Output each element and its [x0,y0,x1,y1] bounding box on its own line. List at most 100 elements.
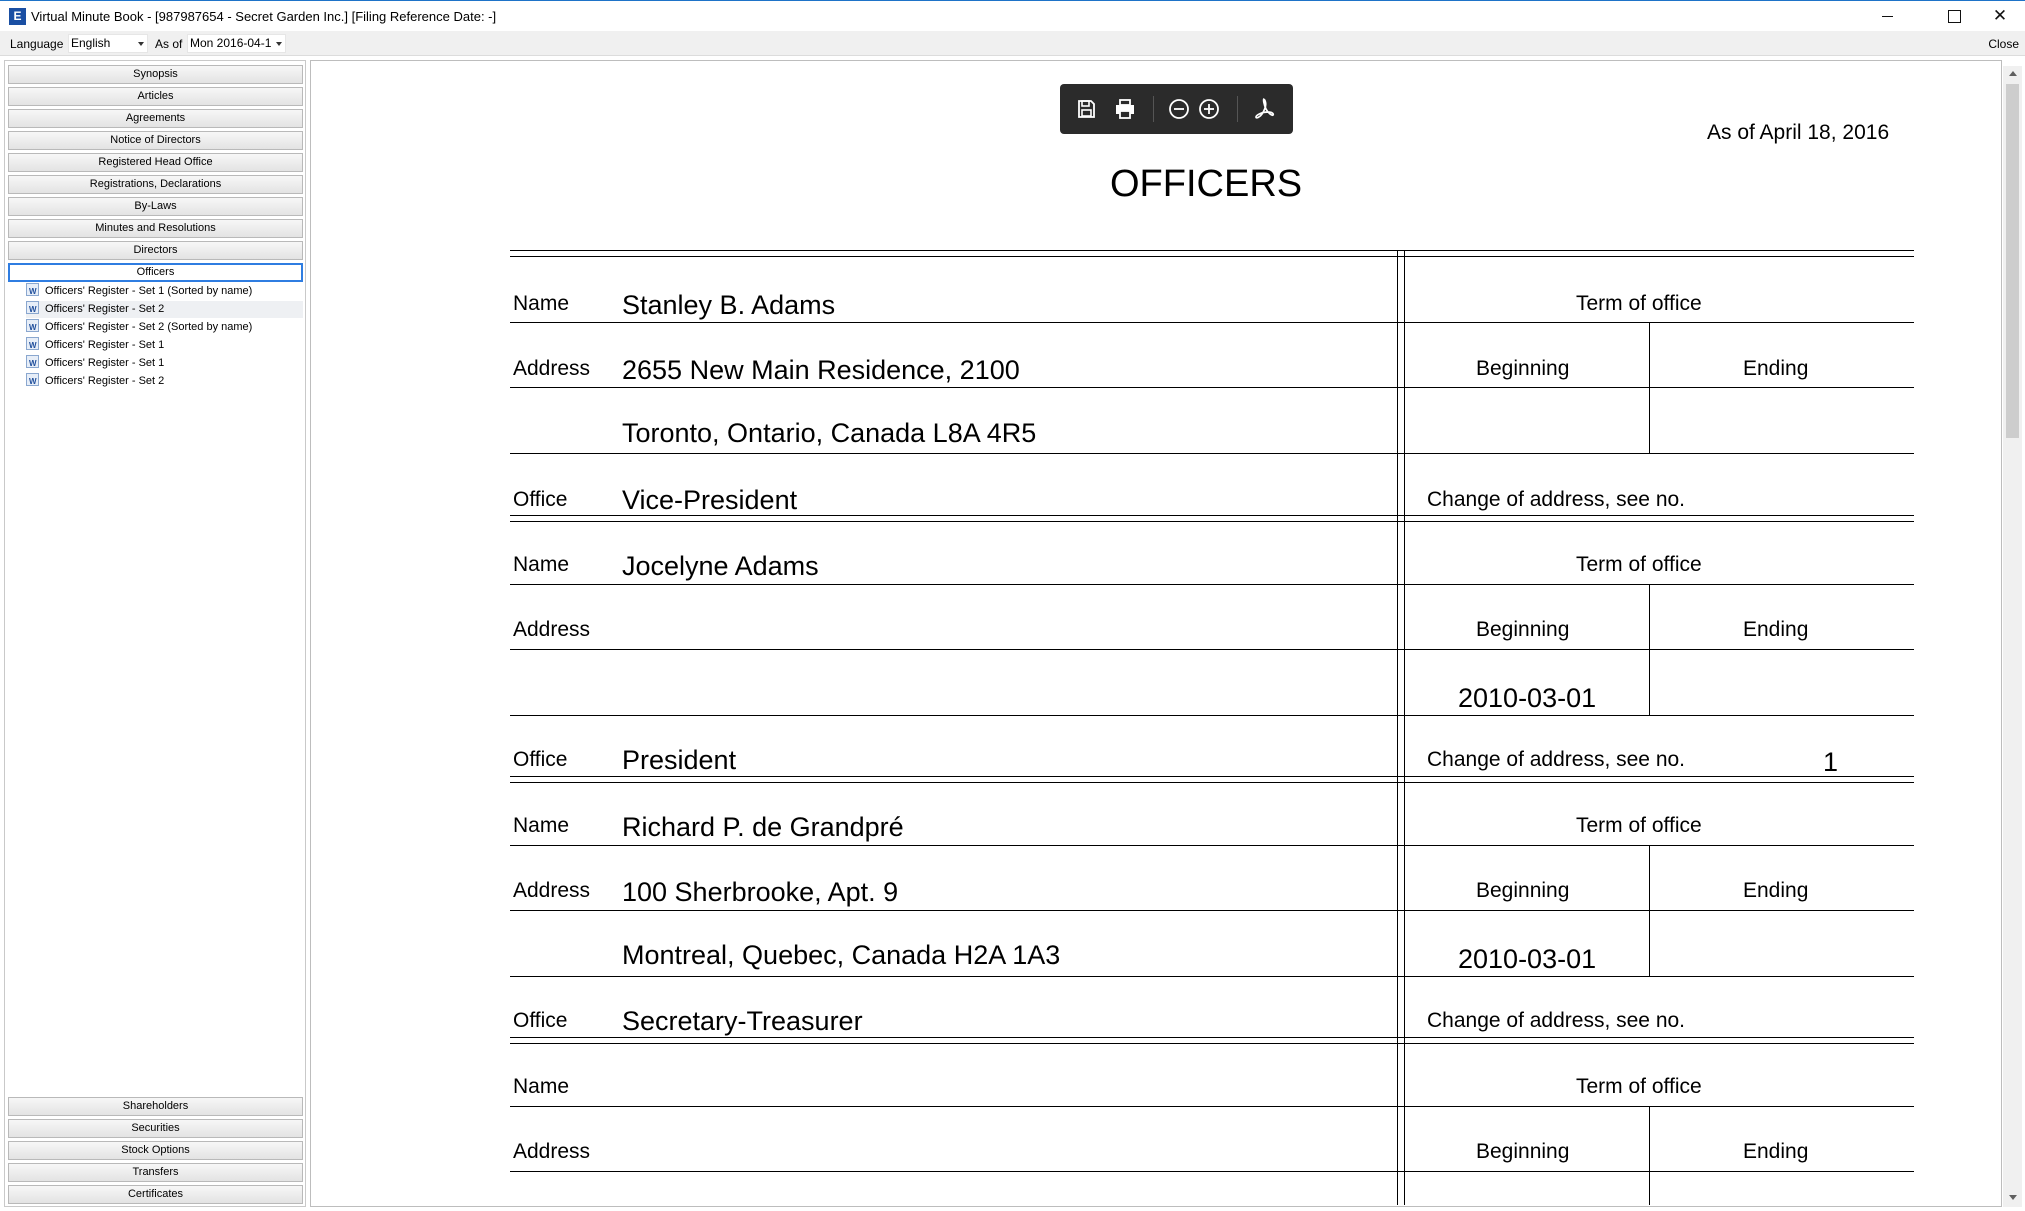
officer-address-line1: 100 Sherbrooke, Apt. 9 [622,877,899,907]
word-document-icon [26,355,39,368]
sidebar-section-articles[interactable]: Articles [8,87,303,106]
row-line [510,976,1914,977]
row-line [510,584,1914,585]
officer-name: Jocelyne Adams [622,551,819,581]
sidebar-section-registered-head-office[interactable]: Registered Head Office [8,153,303,172]
pdf-icon[interactable] [1250,94,1280,124]
change-of-address-label: Change of address, see no. [1427,488,1686,511]
change-of-address-label: Change of address, see no. [1427,1009,1686,1032]
sidebar-section-by-laws[interactable]: By-Laws [8,197,303,216]
as-of-date-text: As of April 18, 2016 [1707,121,1890,144]
officer-office: Vice-President [622,485,798,515]
sidebar-section-shareholders[interactable]: Shareholders [8,1097,303,1116]
sidebar-section-notice-of-directors[interactable]: Notice of Directors [8,131,303,150]
column-divider [1649,584,1650,716]
page-title: OFFICERS [1110,163,1303,205]
office-label: Office [513,748,568,771]
scroll-down-arrow-icon[interactable] [2009,1195,2017,1200]
beginning-header: Beginning [1476,618,1570,641]
zoom-out-icon[interactable] [1164,94,1194,124]
term-of-office-header: Term of office [1576,292,1702,315]
app-icon: E [9,8,26,25]
sidebar: Synopsis Articles Agreements Notice of D… [4,60,306,1207]
row-line [510,387,1914,388]
sidebar-section-securities[interactable]: Securities [8,1119,303,1138]
sidebar-section-certificates[interactable]: Certificates [8,1185,303,1204]
close-link[interactable]: Close [1988,37,2019,51]
list-item[interactable]: Officers' Register - Set 1 [26,337,303,354]
sidebar-section-directors[interactable]: Directors [8,241,303,260]
ending-header: Ending [1743,879,1809,902]
table-border-top [510,250,1914,251]
office-label: Office [513,488,568,511]
window-close-button[interactable]: ✕ [1977,1,2023,31]
column-divider [1649,1106,1650,1205]
maximize-button[interactable] [1931,1,1977,31]
office-label: Office [513,1009,568,1032]
vertical-scrollbar[interactable] [2003,66,2022,1207]
row-line [510,845,1914,846]
list-item[interactable]: Officers' Register - Set 1 (Sorted by na… [26,283,303,300]
row-line [510,521,1914,522]
minimize-button[interactable] [1864,1,1910,31]
word-document-icon [26,301,39,314]
as-of-date-select[interactable]: Mon 2016-04-1 [187,34,286,53]
language-select[interactable]: English [68,34,148,53]
term-beginning-value: 2010-03-01 [1458,683,1597,713]
officer-address-line1: 2655 New Main Residence, 2100 [622,355,1020,385]
toolbar: Language English As of Mon 2016-04-1 Clo… [0,31,2025,56]
save-icon[interactable] [1071,94,1101,124]
sidebar-section-registrations[interactable]: Registrations, Declarations [8,175,303,194]
address-label: Address [513,357,591,380]
sidebar-section-transfers[interactable]: Transfers [8,1163,303,1182]
term-beginning-value: 2010-03-01 [1458,944,1597,974]
list-item[interactable]: Officers' Register - Set 2 (Sorted by na… [26,319,303,336]
term-of-office-header: Term of office [1576,814,1702,837]
name-label: Name [513,553,570,576]
sidebar-section-synopsis[interactable]: Synopsis [8,65,303,84]
sidebar-section-stock-options[interactable]: Stock Options [8,1141,303,1160]
row-line [510,649,1914,650]
officer-office: Secretary-Treasurer [622,1006,863,1036]
beginning-header: Beginning [1476,1140,1570,1163]
officer-name: Stanley B. Adams [622,290,836,320]
column-divider [1649,322,1650,454]
ending-header: Ending [1743,618,1809,641]
as-of-date-value: Mon 2016-04-1 [190,36,272,50]
language-label: Language [10,37,64,51]
row-line [510,910,1914,911]
toolbar-separator [1153,96,1154,122]
officer-name: Richard P. de Grandpré [622,812,904,842]
zoom-in-icon[interactable] [1194,94,1224,124]
list-item[interactable]: Officers' Register - Set 1 [26,355,303,372]
row-line [510,322,1914,323]
word-document-icon [26,373,39,386]
change-of-address-label: Change of address, see no. [1427,748,1686,771]
name-label: Name [513,292,570,315]
list-item[interactable]: Officers' Register - Set 2 [26,373,303,390]
as-of-label: As of [155,37,183,51]
print-icon[interactable] [1110,94,1140,124]
toolbar-separator [1237,96,1238,122]
address-label: Address [513,879,591,902]
term-of-office-header: Term of office [1576,1075,1702,1098]
ending-header: Ending [1743,1140,1809,1163]
sidebar-section-officers[interactable]: Officers [8,263,303,282]
list-item[interactable]: Officers' Register - Set 2 [26,301,303,318]
table-border-top [510,256,1914,257]
sidebar-section-agreements[interactable]: Agreements [8,109,303,128]
row-line [510,1043,1914,1044]
term-of-office-header: Term of office [1576,553,1702,576]
sidebar-section-minutes[interactable]: Minutes and Resolutions [8,219,303,238]
row-line [510,715,1914,716]
name-label: Name [513,814,570,837]
name-label: Name [513,1075,570,1098]
scrollbar-thumb[interactable] [2006,84,2019,438]
chevron-down-icon [276,42,282,46]
chevron-down-icon [138,42,144,46]
scroll-up-arrow-icon[interactable] [2009,71,2017,76]
window-title: Virtual Minute Book - [987987654 - Secre… [31,9,497,24]
pdf-toolbar [1060,84,1293,134]
address-label: Address [513,618,591,641]
row-line [510,782,1914,783]
